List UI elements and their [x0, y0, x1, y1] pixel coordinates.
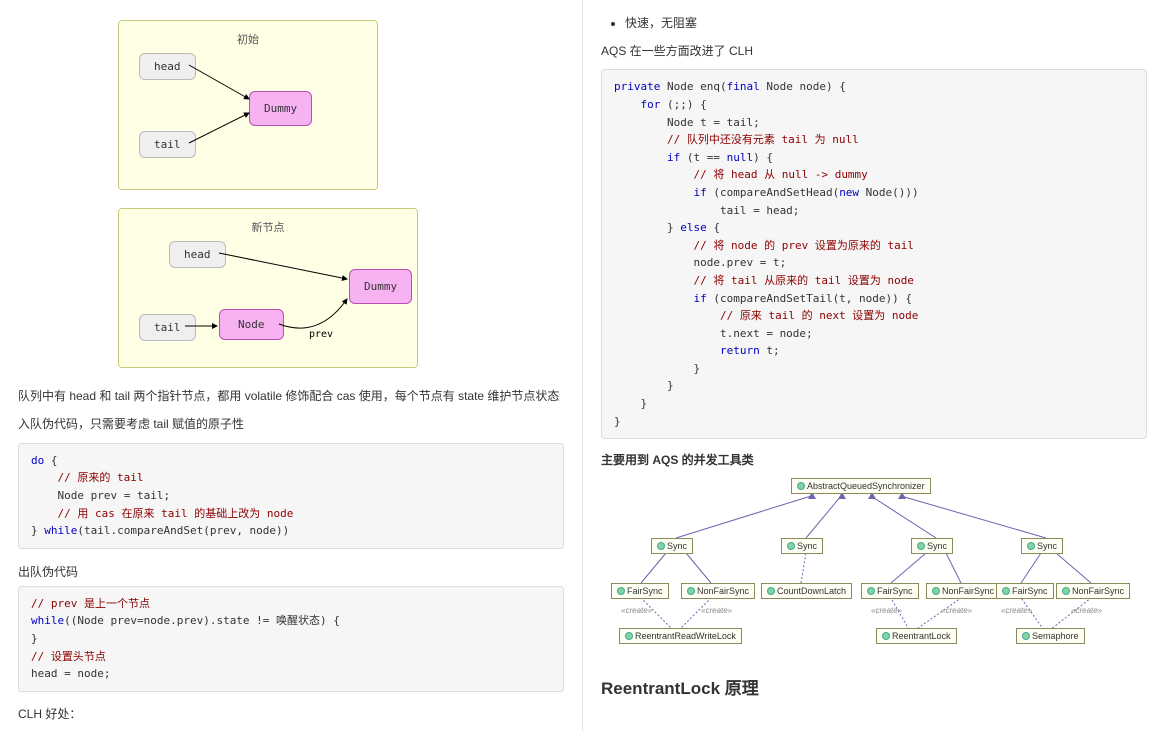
uml-text: Semaphore	[1032, 631, 1079, 641]
uml-text: AbstractQueuedSynchronizer	[807, 481, 925, 491]
uml-diagram: AbstractQueuedSynchronizer Sync Sync Syn…	[601, 478, 1147, 658]
class-icon	[932, 587, 940, 595]
uml-sem: Semaphore	[1016, 628, 1085, 644]
class-icon	[1002, 587, 1010, 595]
bullet-fast: 快速，无阻塞	[625, 14, 1147, 31]
page-root: 初始 head tail Dummy 新节点 head tail Node Du…	[0, 0, 1165, 731]
class-icon	[767, 587, 775, 595]
clh-benefits-label: CLH 好处：	[18, 704, 564, 724]
dequeue-label: 出队伪代码	[18, 563, 564, 580]
uml-text: Sync	[927, 541, 947, 551]
uml-aqs: AbstractQueuedSynchronizer	[791, 478, 931, 494]
diagram1-title: 初始	[129, 31, 367, 47]
class-icon	[882, 632, 890, 640]
create-label: «create»	[941, 606, 972, 615]
uml-text: ReentrantReadWriteLock	[635, 631, 736, 641]
uml-sync-4: Sync	[1021, 538, 1063, 554]
uml-text: CountDownLatch	[777, 586, 846, 596]
class-icon	[1027, 542, 1035, 550]
prev-label: prev	[309, 329, 333, 340]
node-tail-2: tail	[139, 314, 196, 341]
uml-fair-2: FairSync	[861, 583, 919, 599]
node-head-2: head	[169, 241, 226, 268]
class-icon	[867, 587, 875, 595]
uml-text: Sync	[797, 541, 817, 551]
uml-sync-2: Sync	[781, 538, 823, 554]
uml-text: NonFairSync	[942, 586, 994, 596]
class-icon	[917, 542, 925, 550]
class-icon	[1062, 587, 1070, 595]
code-dequeue: // prev 是上一个节点 while((Node prev=node.pre…	[18, 586, 564, 692]
create-label: «create»	[701, 606, 732, 615]
uml-text: FairSync	[877, 586, 913, 596]
class-icon	[787, 542, 795, 550]
uml-sync-1: Sync	[651, 538, 693, 554]
uml-rrwl: ReentrantReadWriteLock	[619, 628, 742, 644]
para-enqueue: 入队伪代码，只需要考虑 tail 赋值的原子性	[18, 414, 564, 434]
diagram2-title: 新节点	[129, 219, 407, 235]
node-dummy-2: Dummy	[349, 269, 412, 304]
diagram-initial: 初始 head tail Dummy	[118, 20, 378, 190]
uml-text: FairSync	[1012, 586, 1048, 596]
uml-nonfair-1: NonFairSync	[681, 583, 755, 599]
uml-text: Sync	[667, 541, 687, 551]
para-queue-desc: 队列中有 head 和 tail 两个指针节点，都用 volatile 修饰配合…	[18, 386, 564, 406]
class-icon	[625, 632, 633, 640]
uml-nonfair-2: NonFairSync	[926, 583, 1000, 599]
node-dummy: Dummy	[249, 91, 312, 126]
uml-text: ReentrantLock	[892, 631, 951, 641]
uml-sync-3: Sync	[911, 538, 953, 554]
node-node: Node	[219, 309, 284, 340]
uml-cdl: CountDownLatch	[761, 583, 852, 599]
uml-text: FairSync	[627, 586, 663, 596]
diagram-newnode: 新节点 head tail Node Dummy prev	[118, 208, 418, 368]
uml-nonfair-3: NonFairSync	[1056, 583, 1130, 599]
uml-rl: ReentrantLock	[876, 628, 957, 644]
code-enq-method: private Node enq(final Node node) { for …	[601, 69, 1147, 439]
class-icon	[657, 542, 665, 550]
left-column: 初始 head tail Dummy 新节点 head tail Node Du…	[0, 0, 583, 731]
uml-text: NonFairSync	[697, 586, 749, 596]
uml-fair-1: FairSync	[611, 583, 669, 599]
node-head: head	[139, 53, 196, 80]
aqs-intro: AQS 在一些方面改进了 CLH	[601, 41, 1147, 61]
reentrantlock-heading: ReentrantLock 原理	[601, 674, 1147, 699]
uml-text: Sync	[1037, 541, 1057, 551]
class-icon	[687, 587, 695, 595]
create-label: «create»	[1071, 606, 1102, 615]
node-tail: tail	[139, 131, 196, 158]
uml-text: NonFairSync	[1072, 586, 1124, 596]
uml-fair-3: FairSync	[996, 583, 1054, 599]
right-column: 快速，无阻塞 AQS 在一些方面改进了 CLH private Node enq…	[583, 0, 1165, 731]
class-icon	[797, 482, 805, 490]
class-icon	[1022, 632, 1030, 640]
bullet-list: 快速，无阻塞	[625, 14, 1147, 31]
code-enqueue: do { // 原来的 tail Node prev = tail; // 用 …	[18, 443, 564, 549]
class-icon	[617, 587, 625, 595]
aqs-tools-heading: 主要用到 AQS 的并发工具类	[601, 451, 1147, 468]
create-label: «create»	[621, 606, 652, 615]
create-label: «create»	[1001, 606, 1032, 615]
create-label: «create»	[871, 606, 902, 615]
